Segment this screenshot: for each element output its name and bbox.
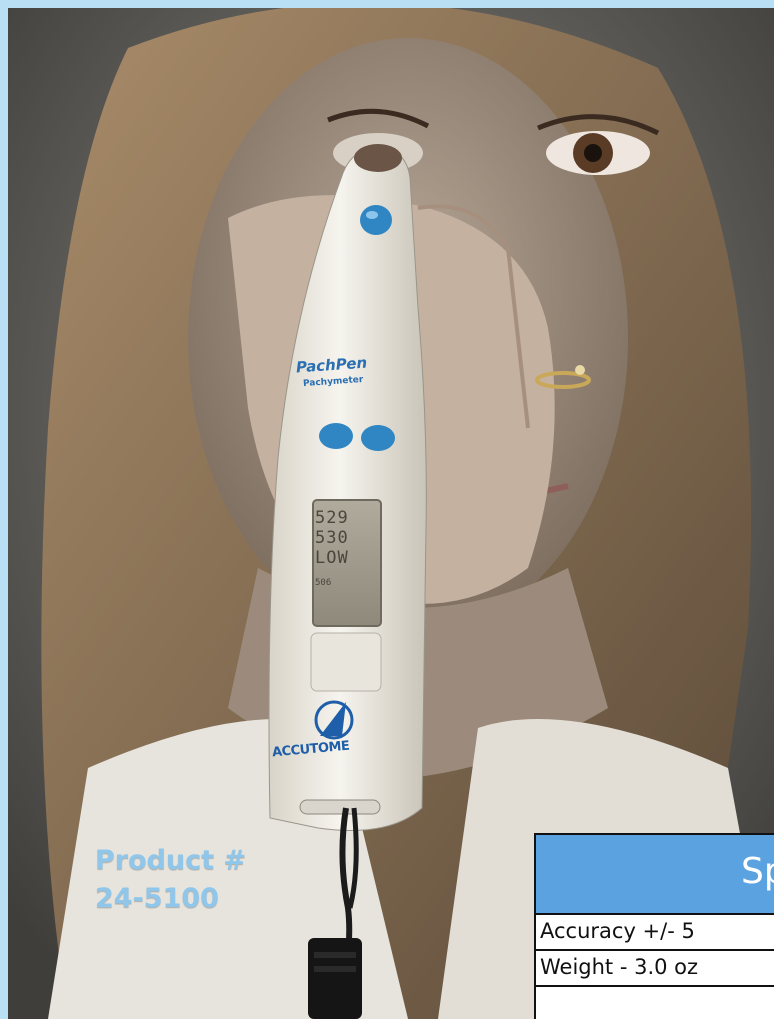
lcd-line: 529 <box>315 508 349 528</box>
product-number-block: Product # 24-5100 <box>95 842 246 918</box>
lcd-line: 506 <box>315 578 332 588</box>
lcd-line: LOW <box>315 548 349 568</box>
lcd-display: 529 530 LOW 506 <box>315 508 367 590</box>
product-number: 24-5100 <box>95 883 219 914</box>
specs-row-accuracy: Accuracy +/- 5 <box>536 915 774 951</box>
specs-row-weight: Weight - 3.0 oz <box>536 951 774 987</box>
specs-table: Sp Accuracy +/- 5 Weight - 3.0 oz <box>534 833 774 1019</box>
lcd-line: 530 <box>315 528 349 548</box>
product-label: Product # <box>95 845 247 876</box>
specs-header: Sp <box>536 835 774 915</box>
